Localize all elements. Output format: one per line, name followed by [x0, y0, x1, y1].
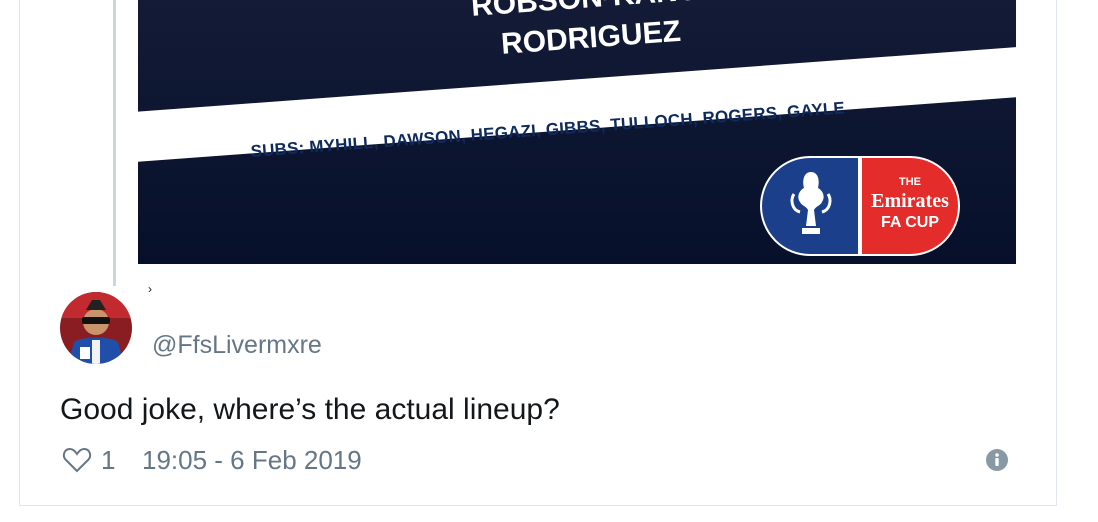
- avatar[interactable]: [60, 292, 132, 364]
- badge-top-text: THE: [899, 176, 921, 188]
- tweet-timestamp[interactable]: 19:05 - 6 Feb 2019: [142, 445, 362, 476]
- badge-main-text: Emirates: [871, 190, 949, 212]
- fa-cup-badge: THE Emirates FA CUP: [760, 156, 960, 256]
- tweet-media-image[interactable]: ROBSON-KANU RODRIGUEZ SUBS: MYHILL, DAWS…: [138, 0, 1016, 264]
- badge-bottom-text: FA CUP: [880, 214, 940, 231]
- thread-line: [113, 0, 116, 286]
- trophy-icon: [790, 172, 832, 234]
- tweet-text: Good joke, where’s the actual lineup?: [60, 393, 560, 426]
- avatar-image: [60, 292, 132, 364]
- heart-icon[interactable]: [62, 445, 92, 475]
- stray-mark: ›: [148, 282, 152, 296]
- like-count: 1: [101, 445, 116, 475]
- info-icon[interactable]: [986, 449, 1008, 471]
- user-handle[interactable]: @FfsLivermxre: [152, 331, 322, 360]
- tweet-card: ROBSON-KANU RODRIGUEZ SUBS: MYHILL, DAWS…: [19, 0, 1057, 506]
